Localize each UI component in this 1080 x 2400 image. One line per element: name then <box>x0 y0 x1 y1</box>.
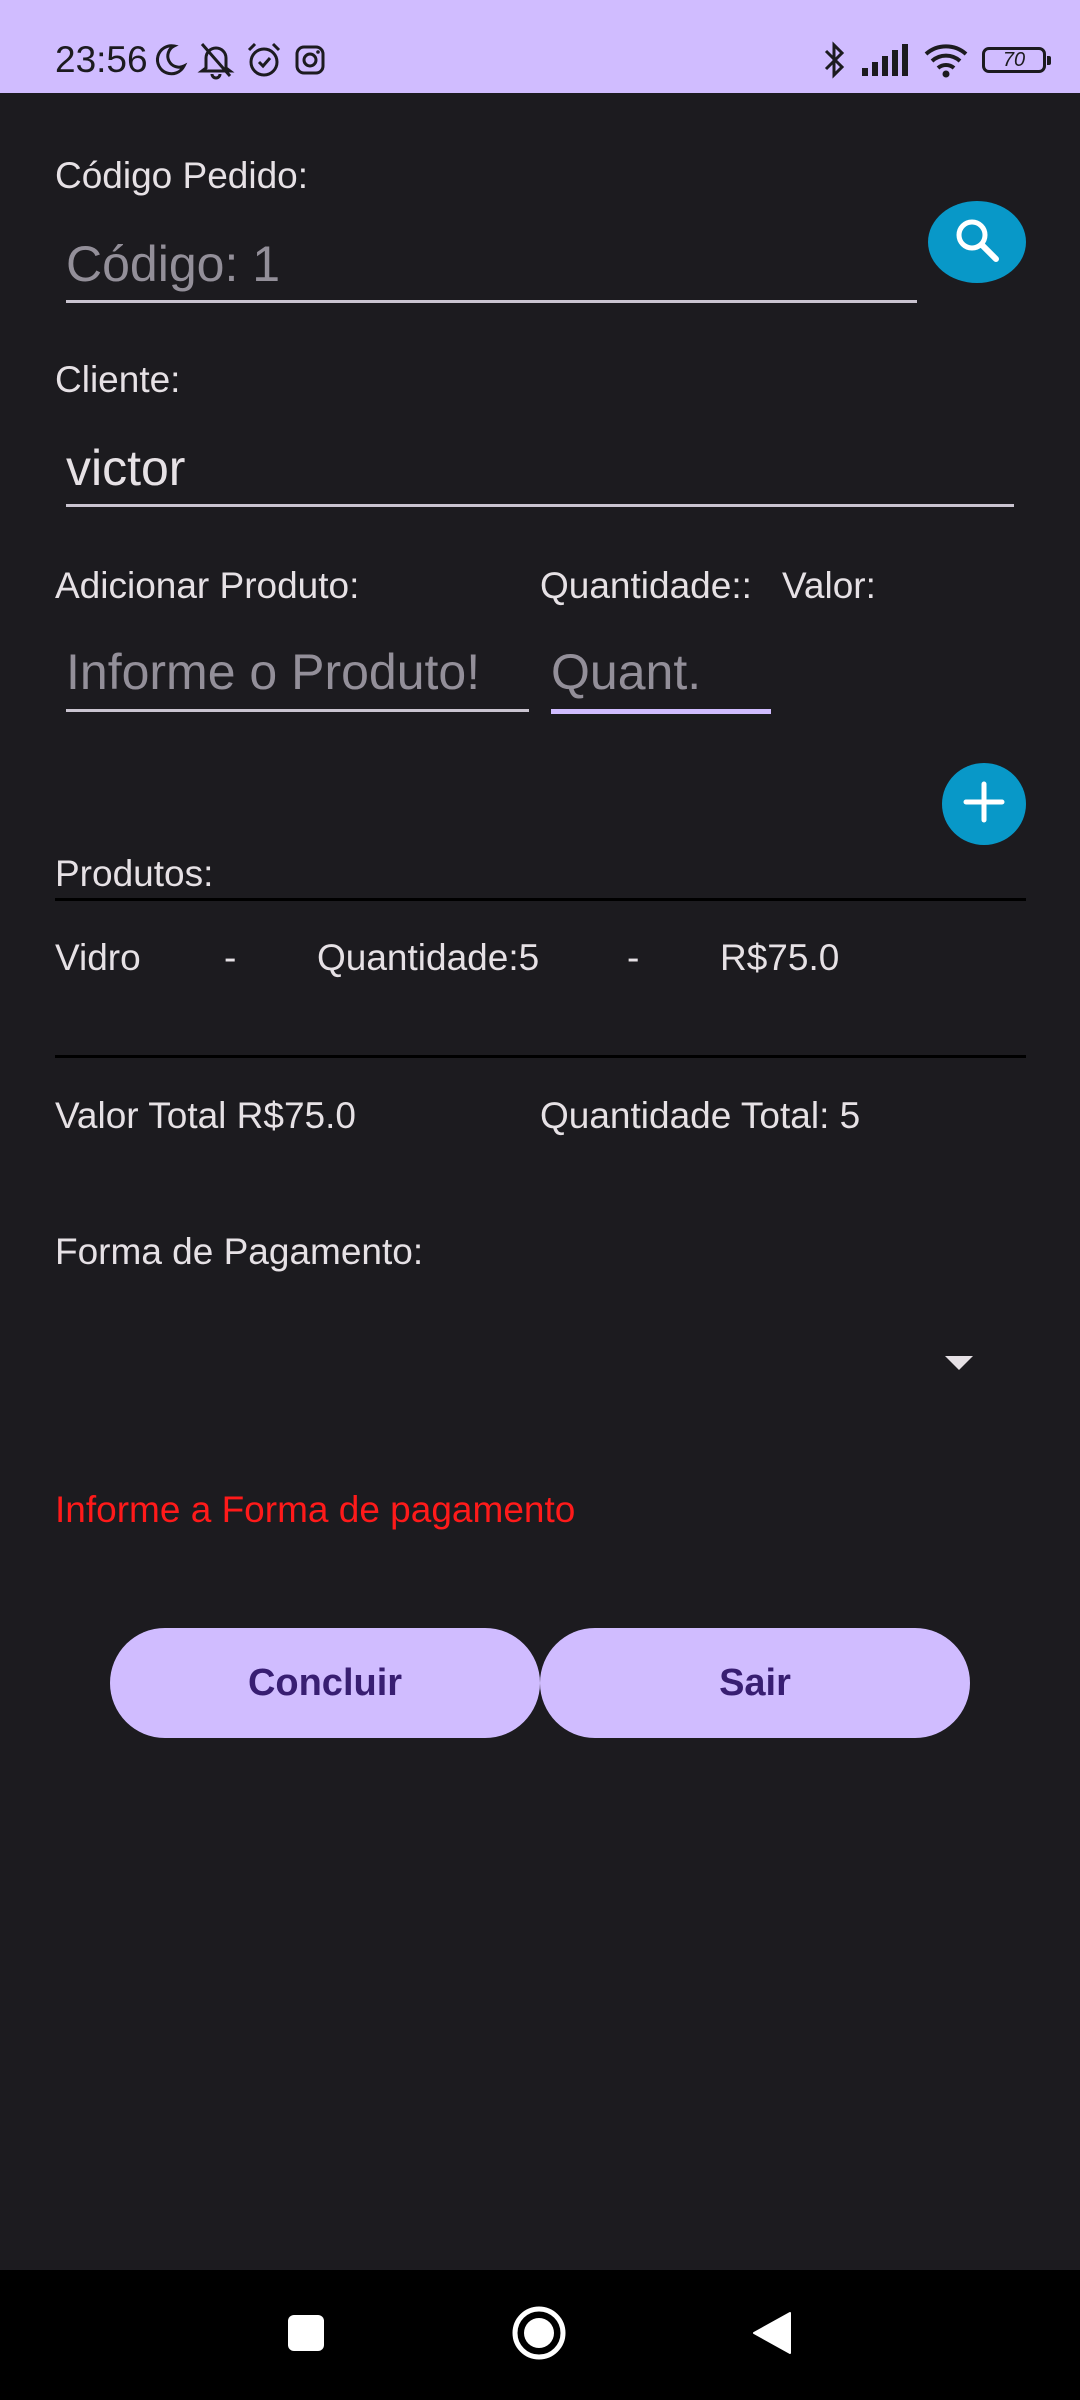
product-name: Vidro <box>55 937 141 978</box>
product-quantity: Quantidade:5 <box>317 937 540 978</box>
quantity-label: Quantidade:: <box>540 565 752 606</box>
alarm-icon <box>244 40 284 80</box>
bell-off-icon <box>196 40 236 80</box>
product-underline <box>66 709 529 712</box>
product-separator: - <box>627 937 640 978</box>
payment-spinner[interactable] <box>55 1300 1026 1420</box>
total-value: Valor Total R$75.0 <box>55 1095 356 1136</box>
product-separator: - <box>224 937 237 978</box>
status-icons-left <box>152 38 328 82</box>
wifi-icon <box>922 40 970 80</box>
back-triangle-icon <box>750 2309 794 2362</box>
order-code-underline <box>66 300 917 303</box>
product-input[interactable]: Informe o Produto! <box>66 642 480 702</box>
status-bar: 23:56 70 <box>0 0 1080 93</box>
battery-icon: 70 <box>982 47 1051 73</box>
battery-level: 70 <box>1002 48 1026 71</box>
value-label: Valor: <box>782 565 876 606</box>
navigation-bar <box>0 2270 1080 2400</box>
products-top-divider <box>55 898 1026 901</box>
total-quantity: Quantidade Total: 5 <box>540 1095 861 1136</box>
search-button[interactable] <box>928 201 1026 283</box>
products-bottom-divider <box>55 1055 1026 1058</box>
chevron-down-icon <box>945 1356 973 1370</box>
quantity-underline <box>551 709 771 714</box>
add-product-label: Adicionar Produto: <box>55 565 360 606</box>
signal-icon <box>860 42 910 78</box>
client-input[interactable]: victor <box>66 438 185 498</box>
conclude-button[interactable]: Concluir <box>110 1628 540 1738</box>
order-code-label: Código Pedido: <box>55 155 309 196</box>
status-time: 23:56 <box>55 39 148 80</box>
home-circle-icon <box>510 2304 568 2367</box>
instagram-icon <box>292 42 328 78</box>
client-underline <box>66 504 1014 507</box>
home-button[interactable] <box>489 2270 589 2400</box>
products-label: Produtos: <box>55 853 214 894</box>
client-label: Cliente: <box>55 359 181 400</box>
square-icon <box>286 2313 326 2358</box>
back-button[interactable] <box>722 2270 822 2400</box>
quantity-input[interactable]: Quant. <box>551 642 701 702</box>
add-product-button[interactable] <box>942 763 1026 845</box>
bluetooth-icon <box>820 40 848 80</box>
plus-icon <box>961 779 1007 830</box>
order-code-input[interactable]: Código: 1 <box>66 234 280 294</box>
recents-button[interactable] <box>256 2270 356 2400</box>
payment-label: Forma de Pagamento: <box>55 1231 424 1272</box>
search-icon <box>951 214 1003 271</box>
moon-icon <box>152 42 188 78</box>
exit-button[interactable]: Sair <box>540 1628 970 1738</box>
product-price: R$75.0 <box>720 937 840 978</box>
status-icons-right: 70 <box>820 38 1051 82</box>
screen: 23:56 70 Código Pedido: Código: 1 Client… <box>0 0 1080 2400</box>
payment-error: Informe a Forma de pagamento <box>55 1489 576 1530</box>
